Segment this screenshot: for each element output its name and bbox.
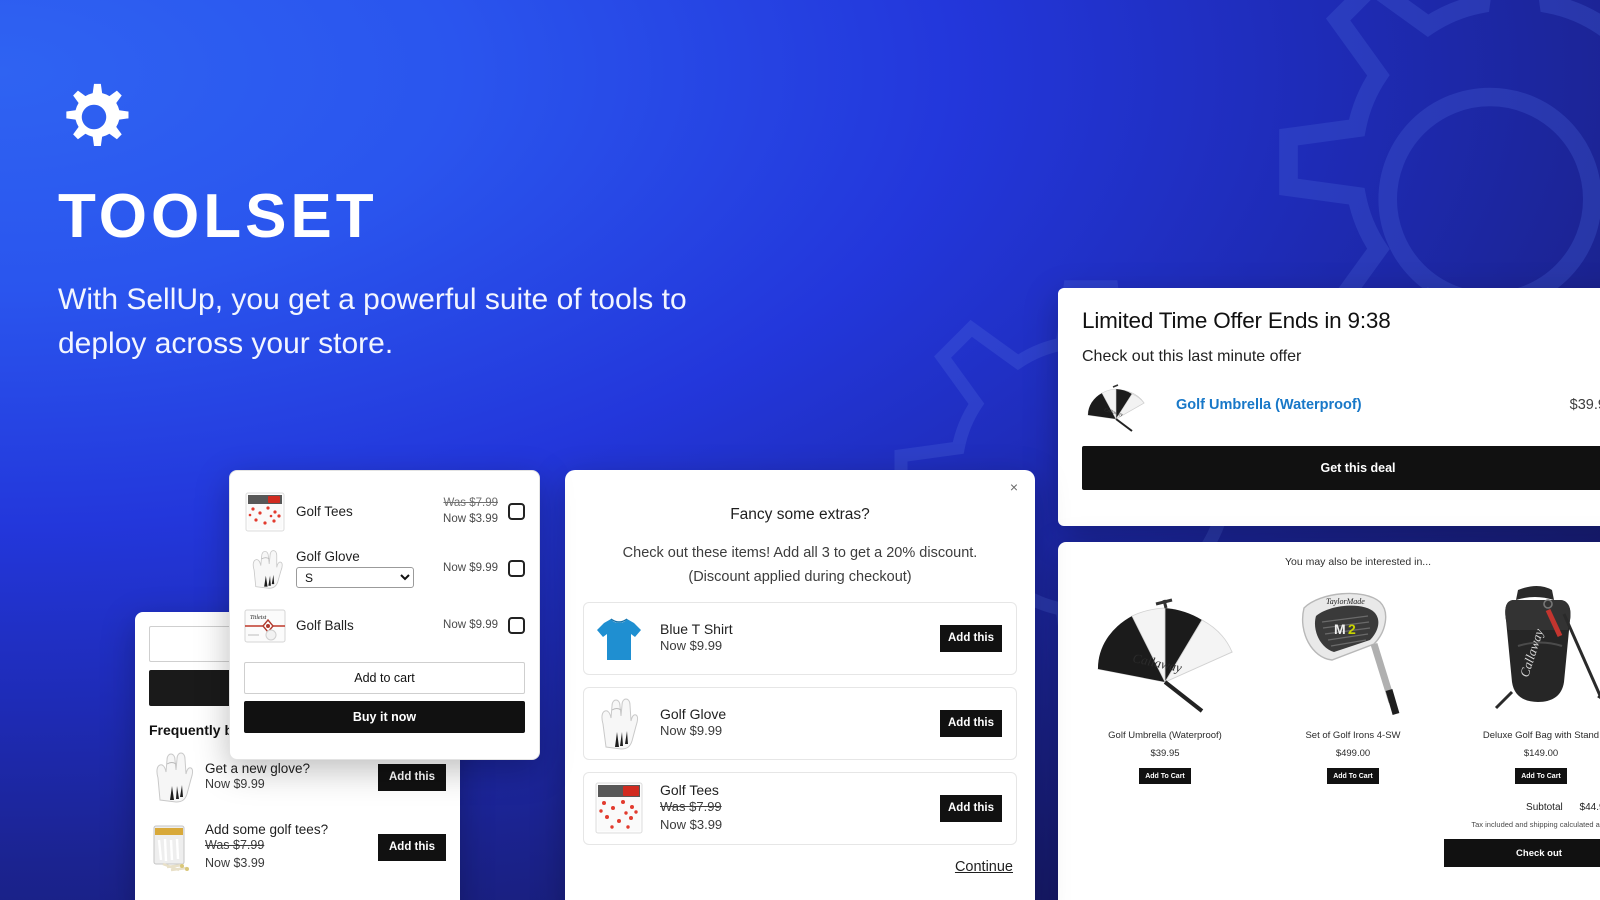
extra-item-now-price: Now $9.99 [660,722,723,738]
bundle-item-was-price: Was $7.99 [443,496,498,509]
bundle-item-checkbox[interactable] [508,560,525,577]
fbt-item-title: Add some golf tees? [205,822,329,837]
reco-product-grid: Callaway Golf Umbrella (Waterproof) $39.… [1080,574,1600,784]
list-item: M 2 TaylorMade Set of Golf Irons 4-SW $4… [1268,574,1438,784]
golf-glove-thumb [156,752,193,803]
extra-item-name: Golf Tees [660,781,719,798]
page-title: TOOLSET [58,182,378,251]
offer-product-price: $39.95 [1569,397,1600,413]
offer-product-name[interactable]: Golf Umbrella (Waterproof) [1176,397,1548,413]
reco-product-name: Set of Golf Irons 4-SW [1305,730,1401,741]
extras-modal-subtitle: Check out these items! Add all 3 to get … [622,545,978,585]
continue-link[interactable]: Continue [583,859,1017,875]
reco-product-price: $499.00 [1335,748,1371,759]
add-to-cart-button[interactable]: Add To Cart [1515,768,1567,784]
reco-product-name: Deluxe Golf Bag with Stand [1482,730,1600,741]
bundle-item-checkbox[interactable] [508,617,525,634]
svg-text:M: M [1334,621,1346,637]
extras-add-this-button[interactable]: Add this [940,709,1002,737]
offer-product-row: Callaway Golf Umbrella (Waterproof) $39.… [1082,374,1600,436]
buy-it-now-button[interactable]: Buy it now [244,701,525,733]
fbt-add-this-button[interactable]: Add this [378,763,446,791]
table-row: Golf Glove S M L XL Now $9.99 [244,540,525,597]
reco-heading: You may also be interested in... [1284,556,1432,568]
extras-modal-title: Fancy some extras? [730,506,870,523]
golf-umbrella-thumb: Callaway [1087,384,1145,432]
fbt-item-now-price: Now $3.99 [205,855,265,870]
extra-item-was-price: Was $7.99 [660,798,722,814]
list-item: Golf Glove Now $9.99 Add this [583,686,1017,760]
list-item: Add some golf tees? Was $7.99 Now $3.99 … [149,816,446,878]
bundle-item-name: Golf Tees [296,504,353,519]
fbt-item-now-price: Now $9.99 [205,776,265,791]
get-this-deal-button[interactable]: Get this deal [1082,446,1600,490]
tax-note: Tax included and shipping calculated at … [1471,820,1600,829]
golf-tees-pack-thumb [153,825,189,872]
svg-text:2: 2 [1348,621,1356,637]
table-row: Titleist Golf Balls Now $9.99 [244,597,525,654]
reco-product-name: Golf Umbrella (Waterproof) [1108,730,1222,741]
bundle-size-select[interactable]: S M L XL [296,567,414,588]
hero-section: TOOLSET With SellUp, you get a powerful … [58,80,758,365]
list-item: Callaway Deluxe Golf Bag with Stand $149… [1456,574,1600,784]
offer-subtitle: Check out this last minute offer [1082,348,1302,365]
bundle-item-name: Golf Balls [296,618,354,633]
limited-time-offer-card: Limited Time Offer Ends in 9:38 Check ou… [1058,288,1600,526]
fbt-item-title: Get a new glove? [205,760,311,776]
golf-tees-thumb [245,492,285,531]
bundle-item-now-price: Now $9.99 [443,561,498,574]
list-item: Blue T Shirt Now $9.99 Add this [583,601,1017,675]
extras-upsell-modal: × Fancy some extras? Check out these ite… [565,470,1035,900]
add-to-cart-button[interactable]: Add To Cart [1327,768,1379,784]
cart-totals: Subtotal $44.97 USD Tax included and shi… [1080,802,1600,867]
close-icon[interactable]: × [1005,478,1023,496]
reco-product-price: $149.00 [1523,748,1559,759]
extras-add-this-button[interactable]: Add this [940,794,1002,822]
table-row: Golf Tees Was $7.99 Now $3.99 [244,483,525,540]
extra-item-now-price: Now $9.99 [660,637,723,653]
list-item: Callaway Golf Umbrella (Waterproof) $39.… [1080,574,1250,784]
bundle-item-checkbox[interactable] [508,503,525,520]
bundle-item-name: Golf Glove [296,549,360,564]
svg-text:Titleist: Titleist [250,615,267,621]
golf-umbrella-thumb: Callaway [1097,598,1233,713]
bundle-upsell-card: Golf Tees Was $7.99 Now $3.99 Golf Glove… [229,470,540,760]
bundle-item-now-price: Now $9.99 [443,618,498,631]
extra-item-name: Blue T Shirt [660,620,733,637]
extra-item-now-price: Now $3.99 [660,817,723,833]
golf-glove-thumb [252,549,283,589]
subtotal-value: $44.97 USD [1579,802,1600,813]
checkout-button[interactable]: Check out [1444,839,1600,867]
reco-product-price: $39.95 [1150,748,1180,759]
fbt-item-was-price: Was $7.99 [205,838,265,852]
gear-icon [66,83,129,147]
golf-balls-thumb: Titleist [244,609,286,642]
golf-glove-thumb [601,698,638,750]
fbt-add-this-button[interactable]: Add this [378,833,446,861]
svg-text:TaylorMade: TaylorMade [1326,597,1365,606]
hero-subtitle: With SellUp, you get a powerful suite of… [58,283,687,360]
cart-recommendations-card: You may also be interested in... Callawa… [1058,542,1600,900]
bundle-item-now-price: Now $3.99 [443,512,498,525]
extras-add-this-button[interactable]: Add this [940,624,1002,652]
blue-tshirt-thumb [597,618,641,661]
extra-item-name: Golf Glove [660,705,727,722]
add-to-cart-button[interactable]: Add to cart [244,662,525,694]
golf-iron-thumb: M 2 TaylorMade [1302,592,1400,715]
add-to-cart-button[interactable]: Add To Cart [1139,768,1191,784]
golf-bag-thumb: Callaway [1494,586,1600,710]
offer-title: Limited Time Offer Ends in 9:38 [1082,308,1391,333]
golf-tees-thumb [595,782,643,834]
list-item: Golf Tees Was $7.99 Now $3.99 Add this [583,771,1017,845]
subtotal-row: Subtotal $44.97 USD [1080,802,1600,813]
subtotal-label: Subtotal [1526,802,1563,813]
